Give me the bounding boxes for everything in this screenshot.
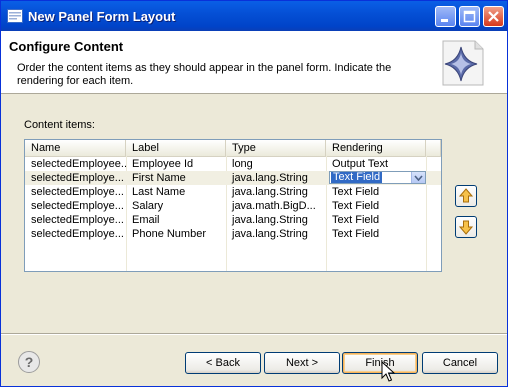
maximize-icon <box>463 10 476 23</box>
cell-name: selectedEmploye... <box>31 186 124 198</box>
table-row[interactable]: selectedEmploye... Last Name java.lang.S… <box>25 185 441 199</box>
cell-label: Email <box>132 214 160 226</box>
cell-label: Employee Id <box>132 158 194 170</box>
cell-label: Phone Number <box>132 228 206 240</box>
title-bar[interactable]: New Panel Form Layout <box>1 1 507 31</box>
cell-rendering[interactable]: Output Text <box>326 157 426 171</box>
table-header: Name Label Type Rendering <box>25 140 441 157</box>
close-button[interactable] <box>483 6 504 27</box>
table-row[interactable]: selectedEmploye... Phone Number java.lan… <box>25 227 441 241</box>
chevron-down-icon <box>414 174 423 181</box>
table-row[interactable]: selectedEmploye... Salary java.math.BigD… <box>25 199 441 213</box>
cell-rendering[interactable]: Text Field <box>326 227 426 241</box>
cell-name: selectedEmploye... <box>31 172 124 184</box>
window-title: New Panel Form Layout <box>28 9 176 24</box>
column-header-type[interactable]: Type <box>226 140 326 156</box>
cell-label: First Name <box>132 172 186 184</box>
minimize-button[interactable] <box>435 6 456 27</box>
rendering-combo[interactable]: Text Field <box>329 171 426 184</box>
cell-name: selectedEmploye... <box>31 200 124 212</box>
cell-label: Last Name <box>132 186 186 198</box>
maximize-button[interactable] <box>459 6 480 27</box>
column-header-label[interactable]: Label <box>126 140 226 156</box>
arrow-up-icon <box>458 188 474 203</box>
wizard-sparkle-icon <box>442 40 484 86</box>
wizard-header: Configure Content Order the content item… <box>1 31 507 94</box>
cell-name: selectedEmployee... <box>31 158 126 170</box>
table-row[interactable]: selectedEmployee... Employee Id long Out… <box>25 157 441 171</box>
cell-rendering[interactable]: Text Field <box>326 199 426 213</box>
column-header-filler <box>426 140 441 156</box>
table-row[interactable]: selectedEmploye... Email java.lang.Strin… <box>25 213 441 227</box>
content-items-label: Content items: <box>24 119 95 131</box>
finish-button[interactable]: Finish <box>342 352 418 374</box>
cell-type: java.lang.String <box>232 172 308 184</box>
arrow-down-icon <box>458 220 474 235</box>
cell-type: java.lang.String <box>232 228 308 240</box>
cell-name: selectedEmploye... <box>31 228 124 240</box>
table-row-selected[interactable]: selectedEmploye... First Name java.lang.… <box>25 171 441 185</box>
minimize-icon <box>441 19 448 22</box>
cell-type: java.math.BigD... <box>232 200 316 212</box>
cell-rendering[interactable]: Text Field <box>326 213 426 227</box>
rendering-combo-value: Text Field <box>331 171 383 183</box>
column-header-rendering[interactable]: Rendering <box>326 140 426 156</box>
cell-name: selectedEmploye... <box>31 214 124 226</box>
content-items-table[interactable]: Name Label Type Rendering selectedEmploy… <box>24 139 442 272</box>
combo-dropdown-button[interactable] <box>411 172 425 183</box>
cell-rendering[interactable]: Text Field <box>326 185 426 199</box>
close-icon <box>488 11 499 22</box>
page-title: Configure Content <box>9 39 124 54</box>
cell-type: long <box>232 158 253 170</box>
cancel-button[interactable]: Cancel <box>422 352 498 374</box>
back-button[interactable]: < Back <box>185 352 261 374</box>
column-header-name[interactable]: Name <box>25 140 126 156</box>
cell-type: java.lang.String <box>232 214 308 226</box>
cell-type: java.lang.String <box>232 186 308 198</box>
next-button[interactable]: Next > <box>264 352 340 374</box>
button-bar-separator <box>1 333 507 335</box>
page-description: Order the content items as they should a… <box>17 62 392 87</box>
move-up-button[interactable] <box>455 185 477 207</box>
cell-label: Salary <box>132 200 164 212</box>
help-button[interactable]: ? <box>18 351 40 373</box>
mouse-pointer-icon <box>381 361 395 382</box>
move-down-button[interactable] <box>455 216 477 238</box>
dialog-window: New Panel Form Layout Configure Content … <box>0 0 508 387</box>
window-icon <box>7 9 23 23</box>
